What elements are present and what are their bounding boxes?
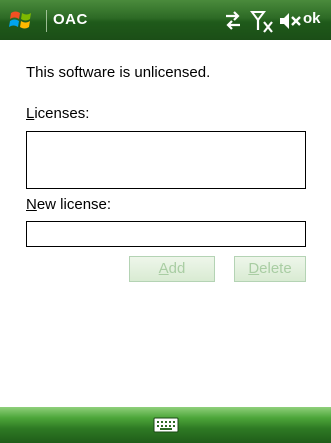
- add-button-text: dd: [168, 260, 186, 277]
- unlicensed-message: This software is unlicensed.: [26, 64, 211, 81]
- new-license-label: New license:: [26, 196, 111, 213]
- licenses-label-text: icenses:: [34, 105, 90, 122]
- speaker-muted-icon[interactable]: [278, 8, 302, 34]
- connectivity-icon[interactable]: [222, 8, 244, 34]
- delete-button-accel: D: [248, 260, 260, 277]
- add-button[interactable]: Add: [129, 256, 215, 282]
- start-button[interactable]: [0, 0, 46, 40]
- signal-off-icon[interactable]: [250, 8, 274, 34]
- soft-key-bar: [0, 407, 331, 443]
- windows-logo-icon: [9, 11, 31, 29]
- new-license-label-accel: N: [26, 196, 37, 213]
- keyboard-button[interactable]: [153, 415, 179, 435]
- ok-button[interactable]: ok: [303, 10, 321, 27]
- title-bar: OAC ok: [0, 0, 331, 40]
- delete-button[interactable]: Delete: [234, 256, 306, 282]
- new-license-input[interactable]: [26, 221, 306, 247]
- app-title: OAC: [53, 11, 88, 28]
- title-separator: [46, 10, 47, 32]
- keyboard-icon: [153, 417, 179, 433]
- licenses-label: Licenses:: [26, 105, 89, 122]
- new-license-label-text: ew license:: [36, 196, 112, 213]
- licenses-list[interactable]: [26, 131, 306, 189]
- delete-button-text: elete: [259, 260, 292, 277]
- add-button-accel: A: [158, 260, 169, 277]
